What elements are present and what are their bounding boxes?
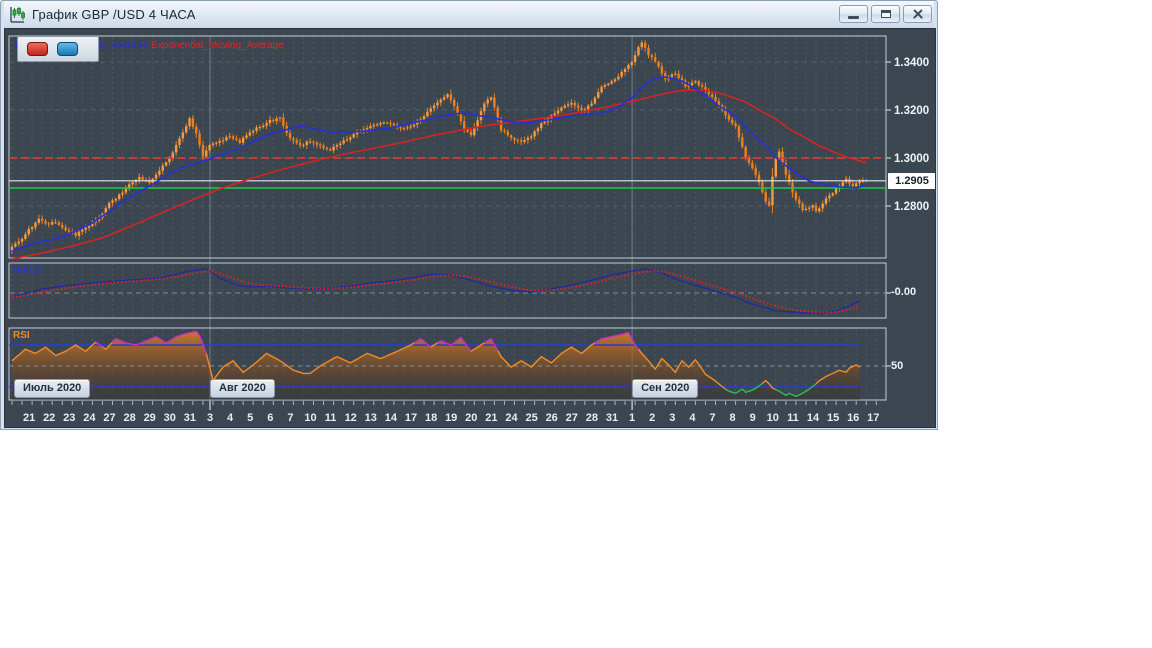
- svg-text:7: 7: [709, 412, 715, 424]
- time-axis: 21 22 23 24 27 28 29 30 31 3 4 5 6 7 10 11 12 13 14 17 18 19 2…: [11, 401, 879, 424]
- svg-text:2: 2: [649, 412, 655, 424]
- svg-text:20: 20: [465, 412, 477, 424]
- month-marker: Июль 2020: [14, 379, 91, 398]
- price-levels: [9, 157, 886, 189]
- svg-text:1.3000: 1.3000: [894, 153, 929, 165]
- svg-text:11: 11: [325, 412, 337, 424]
- rsi-panel-label: RSI: [13, 330, 30, 341]
- red-indicator-button[interactable]: [27, 42, 48, 56]
- maximize-icon: [880, 10, 891, 18]
- svg-text:7: 7: [287, 412, 293, 424]
- ema-slow-line: [11, 89, 867, 260]
- close-button[interactable]: [903, 5, 932, 23]
- svg-text:15: 15: [827, 412, 839, 424]
- candlestick-chart-icon: [8, 6, 26, 24]
- svg-text:25: 25: [525, 412, 537, 424]
- svg-text:11: 11: [787, 412, 799, 424]
- svg-text:31: 31: [606, 412, 618, 424]
- legend-ema-slow-label: Exponential_Moving_Average: [151, 40, 284, 51]
- ema-lines: [11, 76, 867, 260]
- svg-text:5: 5: [247, 412, 253, 424]
- chart-window: График GBP /USD 4 ЧАСА 1.3400 1.3200 1.300…: [0, 0, 938, 430]
- svg-text:4: 4: [227, 412, 234, 424]
- month-marker: Сен 2020: [632, 379, 699, 398]
- svg-text:14: 14: [385, 412, 398, 424]
- svg-text:18: 18: [425, 412, 437, 424]
- svg-text:27: 27: [566, 412, 578, 424]
- svg-text:3: 3: [207, 412, 213, 424]
- svg-text:3: 3: [669, 412, 675, 424]
- minimize-icon: [848, 16, 859, 19]
- svg-text:19: 19: [445, 412, 457, 424]
- close-icon: [912, 9, 924, 20]
- svg-text:24: 24: [505, 412, 518, 424]
- svg-text:21: 21: [485, 412, 497, 424]
- svg-text:1.3400: 1.3400: [894, 57, 929, 69]
- indicator-toolbar: [17, 36, 99, 62]
- svg-text:1: 1: [629, 412, 635, 424]
- svg-text:28: 28: [586, 412, 598, 424]
- rsi-value: 50: [891, 360, 904, 372]
- svg-text:1.2800: 1.2800: [894, 201, 929, 213]
- svg-text:21: 21: [23, 412, 35, 424]
- svg-text:17: 17: [867, 412, 879, 424]
- window-title: График GBP /USD 4 ЧАСА: [32, 7, 196, 22]
- macd-value: -0.00: [891, 286, 917, 298]
- svg-text:10: 10: [767, 412, 779, 424]
- svg-text:27: 27: [103, 412, 115, 424]
- blue-indicator-button[interactable]: [57, 42, 78, 56]
- svg-text:4: 4: [689, 412, 696, 424]
- chart-canvas[interactable]: 1.34001.32001.30001.280021 22 23 24 27 28 29 30…: [5, 29, 935, 427]
- svg-text:9: 9: [750, 412, 756, 424]
- macd-line: [11, 268, 860, 314]
- svg-text:6: 6: [267, 412, 273, 424]
- current-price-box: 1.2905: [888, 173, 935, 189]
- svg-text:22: 22: [43, 412, 55, 424]
- svg-text:23: 23: [63, 412, 75, 424]
- minimize-button[interactable]: [839, 5, 868, 23]
- desktop: График GBP /USD 4 ЧАСА 1.3400 1.3200 1.300…: [0, 0, 1152, 648]
- maximize-button[interactable]: [871, 5, 900, 23]
- svg-text:14: 14: [807, 412, 820, 424]
- svg-text:13: 13: [365, 412, 377, 424]
- svg-text:28: 28: [123, 412, 135, 424]
- ema-fast-line: [11, 76, 867, 252]
- svg-text:10: 10: [304, 412, 316, 424]
- month-marker: Авг 2020: [210, 379, 275, 398]
- macd-panel: [10, 268, 885, 314]
- svg-text:1.3200: 1.3200: [894, 105, 929, 117]
- window-controls: [839, 5, 932, 23]
- rsi-panel: [9, 330, 885, 400]
- svg-text:17: 17: [405, 412, 417, 424]
- macd-signal-line: [11, 270, 860, 314]
- chart-content: 1.3400 1.3200 1.3000 1.2800 21 22 23 24 27 28 29 30…: [4, 28, 936, 428]
- svg-text:12: 12: [345, 412, 357, 424]
- svg-text:24: 24: [83, 412, 96, 424]
- price-axis: 1.3400 1.3200 1.3000 1.2800: [886, 57, 929, 367]
- svg-text:31: 31: [184, 412, 196, 424]
- svg-text:16: 16: [847, 412, 859, 424]
- svg-text:29: 29: [144, 412, 156, 424]
- svg-text:30: 30: [164, 412, 176, 424]
- svg-text:8: 8: [730, 412, 736, 424]
- macd-panel-label: MACD: [13, 265, 43, 276]
- titlebar[interactable]: График GBP /USD 4 ЧАСА: [4, 1, 934, 28]
- svg-text:26: 26: [546, 412, 558, 424]
